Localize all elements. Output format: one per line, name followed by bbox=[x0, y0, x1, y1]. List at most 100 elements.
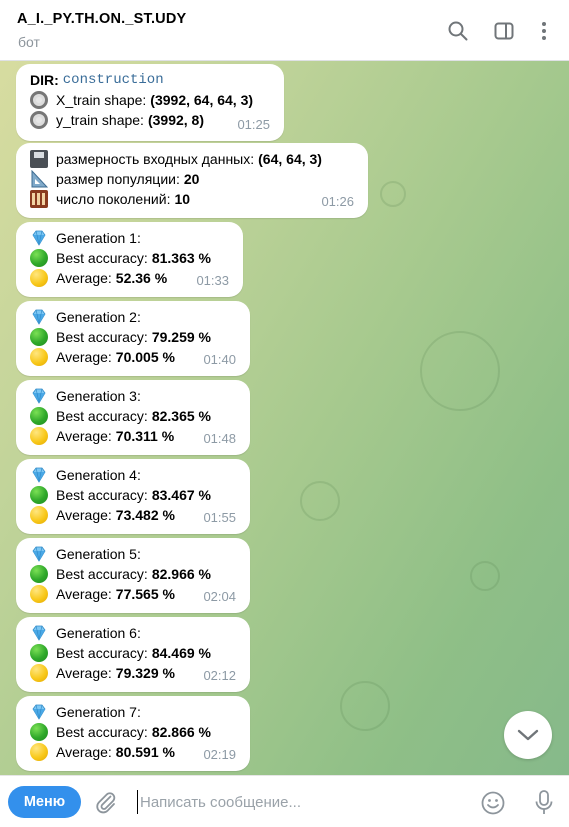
line-value: (64, 64, 3) bbox=[258, 151, 322, 167]
message-line: размерность входных данных: (64, 64, 3) bbox=[30, 149, 354, 169]
best-accuracy-value: 84.469 % bbox=[151, 645, 211, 661]
message-time: 01:40 bbox=[203, 352, 236, 367]
best-accuracy-line: Best accuracy: 82.866 % bbox=[30, 722, 236, 742]
radio-button-icon bbox=[30, 111, 48, 129]
best-accuracy-label: Best accuracy: bbox=[56, 250, 148, 266]
message-input[interactable] bbox=[137, 790, 457, 814]
green-circle-icon bbox=[30, 328, 48, 346]
green-circle-icon bbox=[30, 249, 48, 267]
yellow-circle-icon bbox=[30, 506, 48, 524]
triangular-ruler-icon bbox=[30, 169, 49, 188]
generation-line: Generation 5: bbox=[30, 544, 236, 564]
best-accuracy-line: Best accuracy: 82.966 % bbox=[30, 564, 236, 584]
message-bubble[interactable]: DIR: construction X_train shape: (3992, … bbox=[16, 64, 284, 141]
message-time: 02:12 bbox=[203, 668, 236, 683]
background-doodle bbox=[340, 681, 390, 731]
message-time: 01:55 bbox=[203, 510, 236, 525]
line-value: 20 bbox=[183, 171, 200, 187]
line-label: y_train shape: bbox=[56, 112, 144, 128]
generation-label: Generation 4: bbox=[56, 467, 141, 483]
background-doodle bbox=[300, 481, 340, 521]
generation-line: Generation 1: bbox=[30, 228, 229, 248]
best-accuracy-label: Best accuracy: bbox=[56, 329, 148, 345]
best-accuracy-line: Best accuracy: 82.365 % bbox=[30, 406, 236, 426]
message-bubble[interactable]: Generation 1: Best accuracy: 81.363 % Avera… bbox=[16, 222, 243, 297]
chat-subtitle: бот bbox=[18, 34, 40, 50]
best-accuracy-label: Best accuracy: bbox=[56, 408, 148, 424]
best-accuracy-line: Best accuracy: 81.363 % bbox=[30, 248, 229, 268]
average-value: 52.36 % bbox=[115, 270, 168, 286]
average-label: Average: bbox=[56, 507, 112, 523]
average-label: Average: bbox=[56, 744, 112, 760]
gem-stone-icon bbox=[30, 229, 48, 247]
background-doodle bbox=[470, 561, 500, 591]
message-time: 01:33 bbox=[196, 273, 229, 288]
message-bubble[interactable]: Generation 3: Best accuracy: 82.365 % Avera… bbox=[16, 380, 250, 455]
menu-button[interactable]: Меню bbox=[8, 786, 81, 818]
average-value: 73.482 % bbox=[115, 507, 175, 523]
yellow-circle-icon bbox=[30, 585, 48, 603]
message-time: 02:19 bbox=[203, 747, 236, 762]
emoji-icon[interactable] bbox=[480, 790, 506, 821]
sidebar-toggle-icon[interactable] bbox=[493, 20, 515, 42]
message-bubble[interactable]: Generation 6: Best accuracy: 84.469 % Avera… bbox=[16, 617, 250, 692]
best-accuracy-value: 82.966 % bbox=[151, 566, 211, 582]
generation-label: Generation 1: bbox=[56, 230, 141, 246]
gem-stone-icon bbox=[30, 545, 48, 563]
background-doodle bbox=[420, 331, 500, 411]
more-options-icon[interactable] bbox=[533, 20, 555, 42]
average-label: Average: bbox=[56, 349, 112, 365]
message-bubble[interactable]: Generation 4: Best accuracy: 83.467 % Avera… bbox=[16, 459, 250, 534]
generation-line: Generation 3: bbox=[30, 386, 236, 406]
microphone-icon[interactable] bbox=[533, 789, 555, 822]
line-value: (3992, 64, 64, 3) bbox=[150, 92, 254, 108]
average-label: Average: bbox=[56, 665, 112, 681]
scroll-to-bottom-button[interactable] bbox=[504, 711, 552, 759]
best-accuracy-line: Best accuracy: 83.467 % bbox=[30, 485, 236, 505]
message-bubble[interactable]: Generation 5: Best accuracy: 82.966 % Avera… bbox=[16, 538, 250, 613]
average-value: 80.591 % bbox=[115, 744, 175, 760]
best-accuracy-value: 83.467 % bbox=[151, 487, 211, 503]
dir-code: construction bbox=[62, 72, 164, 88]
line-value: (3992, 8) bbox=[147, 112, 204, 128]
generation-label: Generation 6: bbox=[56, 625, 141, 641]
message-line: y_train shape: (3992, 8) bbox=[30, 110, 270, 130]
generation-line: Generation 2: bbox=[30, 307, 236, 327]
chat-header: A_I._PY.TH.ON._ST.UDY бот bbox=[0, 0, 569, 61]
message-time: 01:25 bbox=[237, 117, 270, 132]
generation-line: Generation 4: bbox=[30, 465, 236, 485]
chat-area[interactable]: DIR: construction X_train shape: (3992, … bbox=[0, 61, 569, 775]
line-label: размерность входных данных: bbox=[56, 151, 255, 167]
green-circle-icon bbox=[30, 407, 48, 425]
message-bubble[interactable]: Generation 7: Best accuracy: 82.866 % Avera… bbox=[16, 696, 250, 771]
green-circle-icon bbox=[30, 486, 48, 504]
yellow-circle-icon bbox=[30, 269, 48, 287]
yellow-circle-icon bbox=[30, 427, 48, 445]
radio-button-icon bbox=[30, 91, 48, 109]
green-circle-icon bbox=[30, 644, 48, 662]
gem-stone-icon bbox=[30, 387, 48, 405]
generation-line: Generation 7: bbox=[30, 702, 236, 722]
abacus-icon bbox=[30, 190, 48, 208]
message-line: размер популяции: 20 bbox=[30, 169, 354, 189]
yellow-circle-icon bbox=[30, 743, 48, 761]
gem-stone-icon bbox=[30, 466, 48, 484]
message-bubble[interactable]: размерность входных данных: (64, 64, 3) … bbox=[16, 143, 368, 218]
average-value: 70.311 % bbox=[115, 428, 175, 444]
message-time: 02:04 bbox=[203, 589, 236, 604]
dir-label: DIR: bbox=[30, 72, 59, 88]
line-label: X_train shape: bbox=[56, 92, 147, 108]
background-doodle bbox=[380, 181, 406, 207]
message-bubble[interactable]: Generation 2: Best accuracy: 79.259 % Avera… bbox=[16, 301, 250, 376]
floppy-disk-icon bbox=[30, 150, 48, 168]
paperclip-icon[interactable] bbox=[94, 790, 118, 819]
green-circle-icon bbox=[30, 723, 48, 741]
average-value: 79.329 % bbox=[115, 665, 175, 681]
gem-stone-icon bbox=[30, 703, 48, 721]
search-icon[interactable] bbox=[447, 20, 469, 42]
green-circle-icon bbox=[30, 565, 48, 583]
best-accuracy-label: Best accuracy: bbox=[56, 645, 148, 661]
average-label: Average: bbox=[56, 270, 112, 286]
chat-title[interactable]: A_I._PY.TH.ON._ST.UDY bbox=[17, 11, 186, 27]
average-value: 77.565 % bbox=[115, 586, 175, 602]
